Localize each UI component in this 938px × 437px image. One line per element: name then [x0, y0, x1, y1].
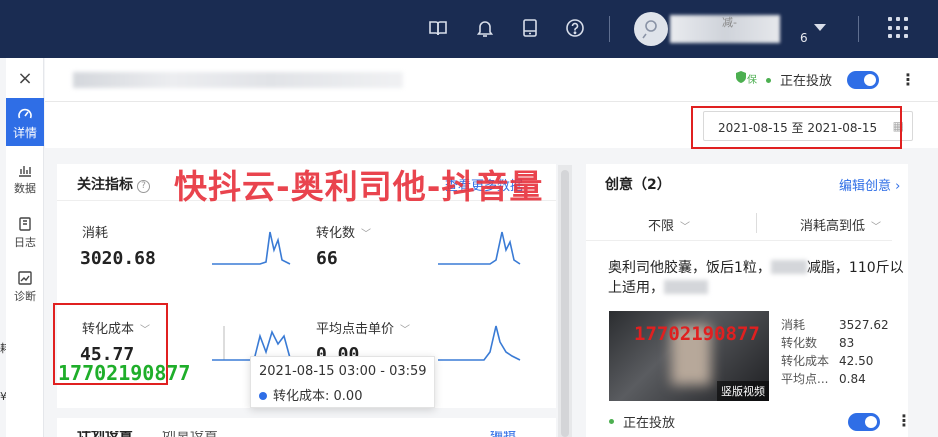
stat-row: 平均点... 0.84: [781, 370, 889, 388]
plan-header: 保 正在投放 ⋮: [45, 58, 938, 102]
stat-value: 0.84: [839, 372, 866, 386]
help-icon[interactable]: ?: [137, 180, 150, 193]
status-dot: [609, 419, 614, 424]
creative-panel-title: 创意（2）: [605, 177, 671, 193]
chevron-down-icon: ﹀: [400, 325, 411, 336]
status-dot: [766, 78, 771, 83]
rail-item-label: 数据: [14, 182, 36, 195]
log-icon: [19, 217, 31, 231]
more-icon[interactable]: ⋮: [896, 411, 912, 430]
tab-plan-settings[interactable]: 计划设置: [77, 431, 133, 437]
text-redaction: [664, 280, 708, 294]
filter-sort-label: 消耗高到低: [800, 219, 866, 234]
stat-row: 转化数 83: [781, 334, 889, 352]
metric-label[interactable]: 转化数 ﹀: [316, 222, 371, 241]
overlay-phone-number: 17702190877: [634, 323, 760, 345]
creative-status: 正在投放: [623, 416, 676, 431]
filter-sort[interactable]: 消耗高到低 ﹀: [800, 215, 881, 234]
user-id-suffix: 6: [800, 31, 808, 45]
creative-filters: 不限 ﹀ 消耗高到低 ﹀: [586, 205, 892, 241]
edit-creative-label: 编辑创意: [839, 179, 892, 194]
series-dot: [259, 392, 267, 400]
metrics-panel-title: 关注指标?: [77, 174, 150, 194]
help-icon[interactable]: [564, 17, 586, 39]
chevron-right-icon: ›: [895, 179, 901, 194]
guarantee-badge: 保: [747, 75, 757, 86]
metric-label-text: 转化数: [316, 226, 356, 241]
chevron-down-icon: ﹀: [361, 229, 372, 240]
rail-item-label: 诊断: [14, 290, 36, 303]
rail-item-log[interactable]: 日志: [6, 216, 44, 250]
delivery-status: 正在投放: [780, 74, 833, 89]
user-menu[interactable]: 减- 6: [634, 12, 830, 46]
metrics-panel-title-text: 关注指标: [77, 177, 133, 193]
stat-key: 消耗: [781, 318, 806, 332]
scrollbar[interactable]: [561, 170, 569, 437]
chevron-down-icon: ﹀: [680, 222, 691, 233]
metric-label-text: 消耗: [82, 226, 109, 241]
metric-label[interactable]: 平均点击单价 ﹀: [316, 318, 410, 337]
metric-label-text: 平均点击单价: [316, 322, 395, 337]
chart-tooltip: 2021-08-15 03:00 - 03:59 转化成本: 0.00: [250, 356, 435, 408]
tooltip-value-row: 转化成本: 0.00: [259, 385, 434, 404]
creative-stats: 消耗 3527.62 转化数 83 转化成本 42.50 平均点... 0.84: [781, 316, 889, 388]
stat-key: 平均点...: [781, 372, 829, 386]
rail-item-label: 日志: [14, 236, 36, 249]
metric-value: 3020.68: [80, 248, 156, 269]
edit-settings-link[interactable]: 编辑: [490, 431, 516, 437]
stat-row: 转化成本 42.50: [781, 352, 889, 370]
watermark-text: 快抖云-奥利司他-抖音量: [174, 167, 544, 206]
shield-icon: [734, 70, 748, 87]
stat-value: 83: [839, 336, 855, 350]
filter-status-label: 不限: [648, 219, 675, 234]
chevron-down-icon: ﹀: [871, 222, 882, 233]
tablet-icon[interactable]: [519, 17, 541, 39]
stat-value: 3527.62: [839, 318, 889, 332]
sparkline-cost: [212, 231, 291, 265]
sparkline-conversions: [438, 231, 521, 265]
divider: [858, 16, 859, 42]
rail-item-diagnose[interactable]: 诊断: [6, 270, 44, 304]
rail-item-details[interactable]: 详情: [6, 98, 44, 146]
close-icon[interactable]: ×: [6, 58, 44, 98]
sparkline-avg-click-price: [438, 325, 521, 361]
bar-chart-icon: [19, 166, 31, 177]
highlight-box: [691, 106, 902, 149]
divider: [609, 16, 610, 42]
rail-item-label: 详情: [12, 126, 37, 140]
book-icon[interactable]: [427, 17, 449, 39]
stat-row: 消耗 3527.62: [781, 316, 889, 334]
video-tag: 竖版视频: [717, 381, 769, 401]
overlay-phone-number: 17702190877: [58, 361, 191, 385]
trend-icon: [18, 271, 32, 285]
stat-key: 转化成本: [781, 354, 830, 368]
delivery-toggle[interactable]: [847, 71, 879, 89]
metric-label[interactable]: 消耗: [82, 222, 108, 241]
more-icon[interactable]: ⋮: [900, 70, 916, 89]
apps-grid-icon[interactable]: [888, 17, 910, 39]
chevron-down-icon: [814, 24, 826, 31]
stat-key: 转化数: [781, 336, 818, 350]
rail-item-data[interactable]: 数据: [6, 162, 44, 196]
speedometer-icon: [18, 108, 32, 119]
tab-creative-settings[interactable]: 创意设置: [162, 431, 218, 437]
tooltip-series: 转化成本: [273, 389, 326, 404]
avatar: [634, 12, 668, 46]
tooltip-value: 0.00: [333, 389, 363, 404]
creative-text-part: 奥利司他胶囊，饭后1粒，: [608, 260, 771, 276]
text-redaction: [770, 260, 807, 274]
creative-description: 奥利司他胶囊，饭后1粒， 减脂，110斤以上适用，: [608, 258, 908, 298]
metric-value: 66: [316, 248, 338, 269]
tooltip-time: 2021-08-15 03:00 - 03:59: [259, 364, 427, 379]
stat-value: 42.50: [839, 354, 874, 368]
username: 减-: [722, 16, 737, 29]
edit-creative-link[interactable]: 编辑创意 ›: [839, 175, 900, 194]
bell-icon[interactable]: [474, 17, 496, 39]
plan-title-redaction: [73, 72, 403, 88]
top-bar: 减- 6: [0, 0, 938, 58]
divider: [756, 213, 757, 233]
creative-toggle[interactable]: [848, 413, 880, 431]
filter-status[interactable]: 不限 ﹀: [648, 215, 690, 234]
